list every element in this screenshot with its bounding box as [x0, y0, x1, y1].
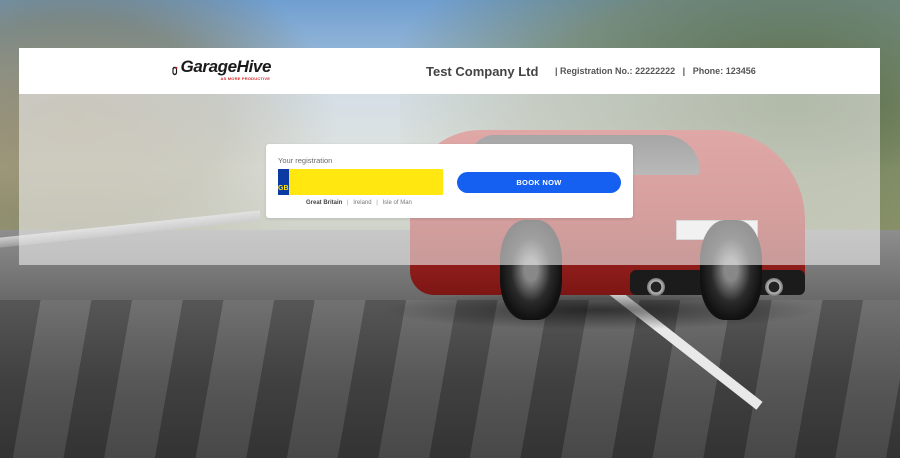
- gb-plate-band: GB: [278, 169, 289, 195]
- site-header: GarageHive AS MORE PRODUCTIVE Test Compa…: [19, 48, 880, 94]
- country-option-ireland[interactable]: Ireland: [353, 200, 371, 206]
- registration-plate: GB: [278, 169, 491, 195]
- garagehive-logo[interactable]: GarageHive AS MORE PRODUCTIVE: [171, 58, 271, 86]
- book-now-button[interactable]: BOOK NOW: [457, 172, 621, 193]
- registration-label: Registration No.:: [560, 66, 633, 76]
- booking-card: Your registration GB Great Britain | Ire…: [266, 144, 633, 218]
- separator: |: [555, 66, 558, 76]
- plate-country-code: GB: [278, 185, 289, 192]
- exhaust-left: [647, 278, 665, 296]
- country-option-great-britain[interactable]: Great Britain: [306, 200, 342, 206]
- company-name: Test Company Ltd: [426, 64, 539, 79]
- phone-number[interactable]: 123456: [726, 66, 756, 76]
- separator: |: [682, 66, 686, 76]
- separator: |: [347, 200, 349, 206]
- country-selector: Great Britain | Ireland | Isle of Man: [306, 200, 412, 206]
- hive-logo-icon: [172, 66, 178, 76]
- registration-number: 22222222: [635, 66, 676, 76]
- exhaust-right: [765, 278, 783, 296]
- separator: |: [376, 200, 378, 206]
- phone-label: Phone:: [692, 66, 724, 76]
- logo-wordmark: GarageHive: [180, 57, 272, 76]
- logo-tagline: AS MORE PRODUCTIVE: [220, 76, 271, 81]
- contact-info: | Registration No.: 22222222 | Phone: 12…: [555, 66, 756, 76]
- country-option-isle-of-man[interactable]: Isle of Man: [383, 200, 412, 206]
- registration-field-label: Your registration: [278, 156, 333, 165]
